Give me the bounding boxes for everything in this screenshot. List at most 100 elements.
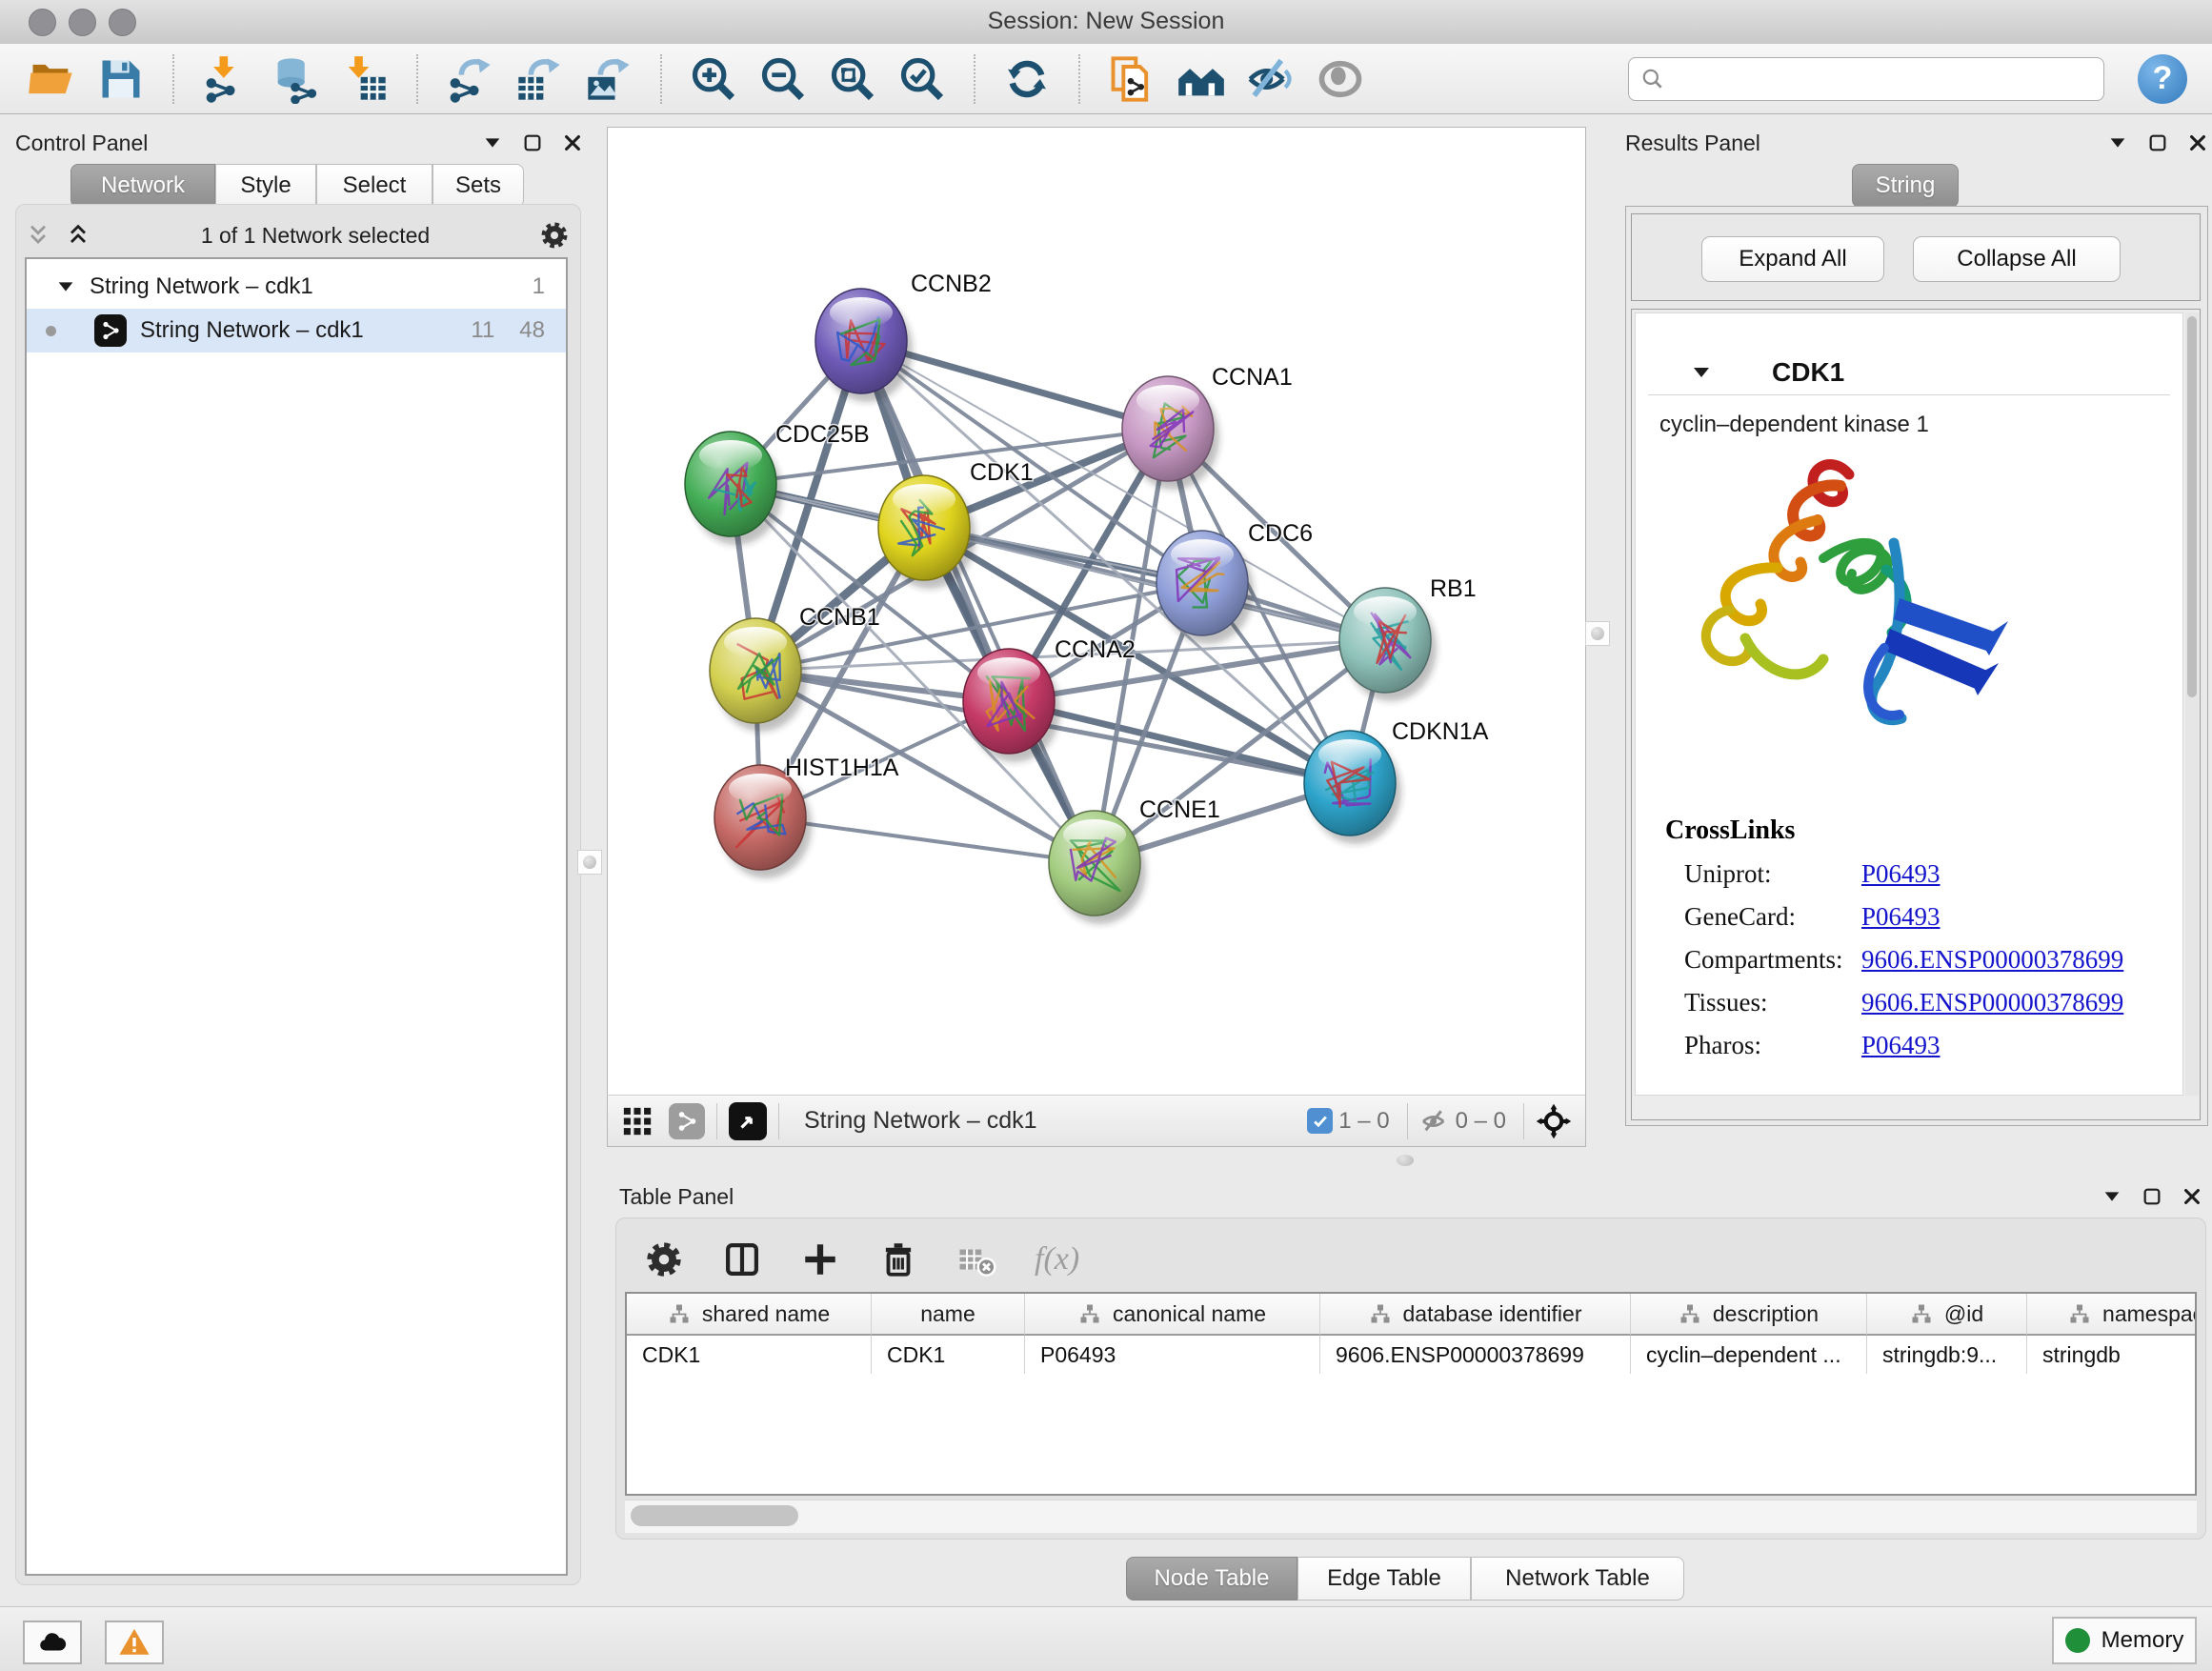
table-cell[interactable]: CDK1 — [872, 1336, 1025, 1374]
attribute-icon — [668, 1302, 691, 1325]
panel-close-icon[interactable] — [2182, 1186, 2202, 1207]
memory-button[interactable]: Memory — [2052, 1617, 2197, 1664]
tab-edge-table[interactable]: Edge Table — [1297, 1557, 1471, 1601]
export-image-button[interactable] — [582, 52, 635, 106]
columns-icon[interactable] — [722, 1239, 762, 1279]
panel-float-icon[interactable] — [2147, 132, 2168, 153]
expand-all-icon[interactable] — [65, 222, 91, 249]
import-network-button[interactable] — [199, 52, 252, 106]
results-scrollbar-thumb[interactable] — [2187, 316, 2197, 697]
table-cell[interactable]: stringdb — [2027, 1336, 2197, 1374]
crosslink-link[interactable]: P06493 — [1861, 859, 1941, 889]
zoom-fit-button[interactable] — [826, 52, 879, 106]
gene-collapse-icon[interactable] — [1690, 361, 1713, 384]
panel-float-icon[interactable] — [522, 132, 543, 153]
table-cell[interactable]: P06493 — [1025, 1336, 1320, 1374]
tab-style[interactable]: Style — [215, 164, 316, 208]
export-network-button[interactable] — [443, 52, 496, 106]
export-table-button[interactable] — [513, 52, 566, 106]
table-cell[interactable]: cyclin–dependent ... — [1631, 1336, 1867, 1374]
save-session-button[interactable] — [94, 52, 148, 106]
network-node-ccna2[interactable] — [963, 649, 1060, 762]
tab-select[interactable]: Select — [316, 164, 432, 208]
network-node-cdk1[interactable] — [878, 475, 975, 589]
zoom-in-button[interactable] — [687, 52, 740, 106]
search-input[interactable] — [1673, 59, 2103, 99]
add-column-icon[interactable] — [800, 1239, 840, 1279]
network-canvas[interactable]: CCNB2CCNA1CDC25BCDK1CDC6RB1CCNB1CCNA2CDK… — [607, 127, 1586, 1096]
table-hscrollbar-thumb[interactable] — [631, 1505, 798, 1526]
crosslink-link[interactable]: P06493 — [1861, 1031, 1941, 1060]
toolbar-separator — [416, 54, 418, 104]
splitter-handle[interactable] — [1585, 621, 1610, 646]
open-session-button[interactable] — [25, 52, 78, 106]
network-node-cdc6[interactable] — [1156, 531, 1254, 644]
hide-graphics-button[interactable] — [1244, 52, 1297, 106]
network-node-ccnb2[interactable] — [815, 289, 913, 402]
expand-all-button[interactable]: Expand All — [1701, 236, 1884, 282]
gear-icon[interactable] — [539, 220, 570, 251]
homes-button[interactable] — [1175, 52, 1228, 106]
table-cell[interactable]: CDK1 — [627, 1336, 872, 1374]
column-header[interactable]: canonical name — [1025, 1294, 1320, 1336]
import-database-button[interactable] — [269, 52, 322, 106]
import-table-button[interactable] — [338, 52, 392, 106]
birdseye-button[interactable] — [1314, 52, 1367, 106]
tree-expand-icon[interactable] — [55, 276, 76, 297]
network-collection-row[interactable]: String Network – cdk1 1 — [27, 265, 566, 309]
tab-node-table[interactable]: Node Table — [1126, 1557, 1297, 1601]
tab-network-table[interactable]: Network Table — [1471, 1557, 1684, 1601]
selected-checkbox-icon[interactable] — [1307, 1108, 1333, 1134]
column-header[interactable]: name — [872, 1294, 1025, 1336]
search-box[interactable] — [1628, 57, 2104, 101]
gray-eye-icon — [1316, 54, 1365, 104]
tab-network[interactable]: Network — [70, 164, 215, 208]
network-node-ccna1[interactable] — [1122, 376, 1219, 490]
panel-collapse-icon[interactable] — [2107, 132, 2128, 153]
open-in-window-icon[interactable] — [729, 1102, 767, 1140]
table-row[interactable]: CDK1 CDK1 P06493 9606.ENSP00000378699 cy… — [627, 1336, 2197, 1374]
help-button[interactable]: ? — [2138, 54, 2187, 104]
table-cell[interactable]: stringdb:9... — [1867, 1336, 2027, 1374]
splitter-handle[interactable] — [1397, 1155, 1414, 1166]
column-header[interactable]: description — [1631, 1294, 1867, 1336]
tab-string[interactable]: String — [1852, 164, 1959, 208]
panel-float-icon[interactable] — [2142, 1186, 2162, 1207]
crosslink-link[interactable]: 9606.ENSP00000378699 — [1861, 945, 2123, 975]
warnings-button[interactable] — [105, 1621, 164, 1664]
table-hscrollbar[interactable] — [625, 1500, 2197, 1533]
apply-layout-button[interactable] — [1000, 52, 1054, 106]
network-node-rb1[interactable] — [1339, 588, 1437, 701]
tab-sets[interactable]: Sets — [432, 164, 524, 208]
share-view-icon[interactable] — [669, 1103, 705, 1139]
panel-collapse-icon[interactable] — [2101, 1186, 2122, 1207]
network-node-ccne1[interactable] — [1049, 811, 1146, 924]
column-header[interactable]: database identifier — [1320, 1294, 1631, 1336]
panel-collapse-icon[interactable] — [482, 132, 503, 153]
table-cell[interactable]: 9606.ENSP00000378699 — [1320, 1336, 1631, 1374]
crosslink-link[interactable]: 9606.ENSP00000378699 — [1861, 988, 2123, 1017]
node-table[interactable]: shared name name canonical name database… — [625, 1292, 2197, 1496]
grid-icon[interactable] — [621, 1105, 654, 1137]
network-node-hist1h1a[interactable] — [714, 765, 812, 878]
network-node-cdkn1a[interactable] — [1304, 731, 1401, 844]
crosshair-icon[interactable] — [1536, 1103, 1572, 1139]
column-header[interactable]: namespace — [2027, 1294, 2197, 1336]
delete-column-icon[interactable] — [878, 1239, 918, 1279]
column-header[interactable]: shared name — [627, 1294, 872, 1336]
panel-close-icon[interactable] — [2187, 132, 2208, 153]
zoom-out-button[interactable] — [756, 52, 810, 106]
clone-network-button[interactable] — [1105, 52, 1158, 106]
gene-header-row[interactable]: CDK1 — [1648, 351, 2170, 395]
zoom-selected-button[interactable] — [895, 52, 949, 106]
collapse-all-icon[interactable] — [25, 222, 51, 249]
network-row[interactable]: String Network – cdk1 11 48 — [27, 309, 566, 352]
splitter-handle[interactable] — [577, 850, 602, 875]
panel-close-icon[interactable] — [562, 132, 583, 153]
cloud-button[interactable] — [23, 1621, 82, 1664]
network-node-cdc25b[interactable] — [685, 432, 782, 545]
collapse-all-button[interactable]: Collapse All — [1913, 236, 2121, 282]
column-header[interactable]: @id — [1867, 1294, 2027, 1336]
table-gear-icon[interactable] — [644, 1239, 684, 1279]
crosslink-link[interactable]: P06493 — [1861, 902, 1941, 932]
